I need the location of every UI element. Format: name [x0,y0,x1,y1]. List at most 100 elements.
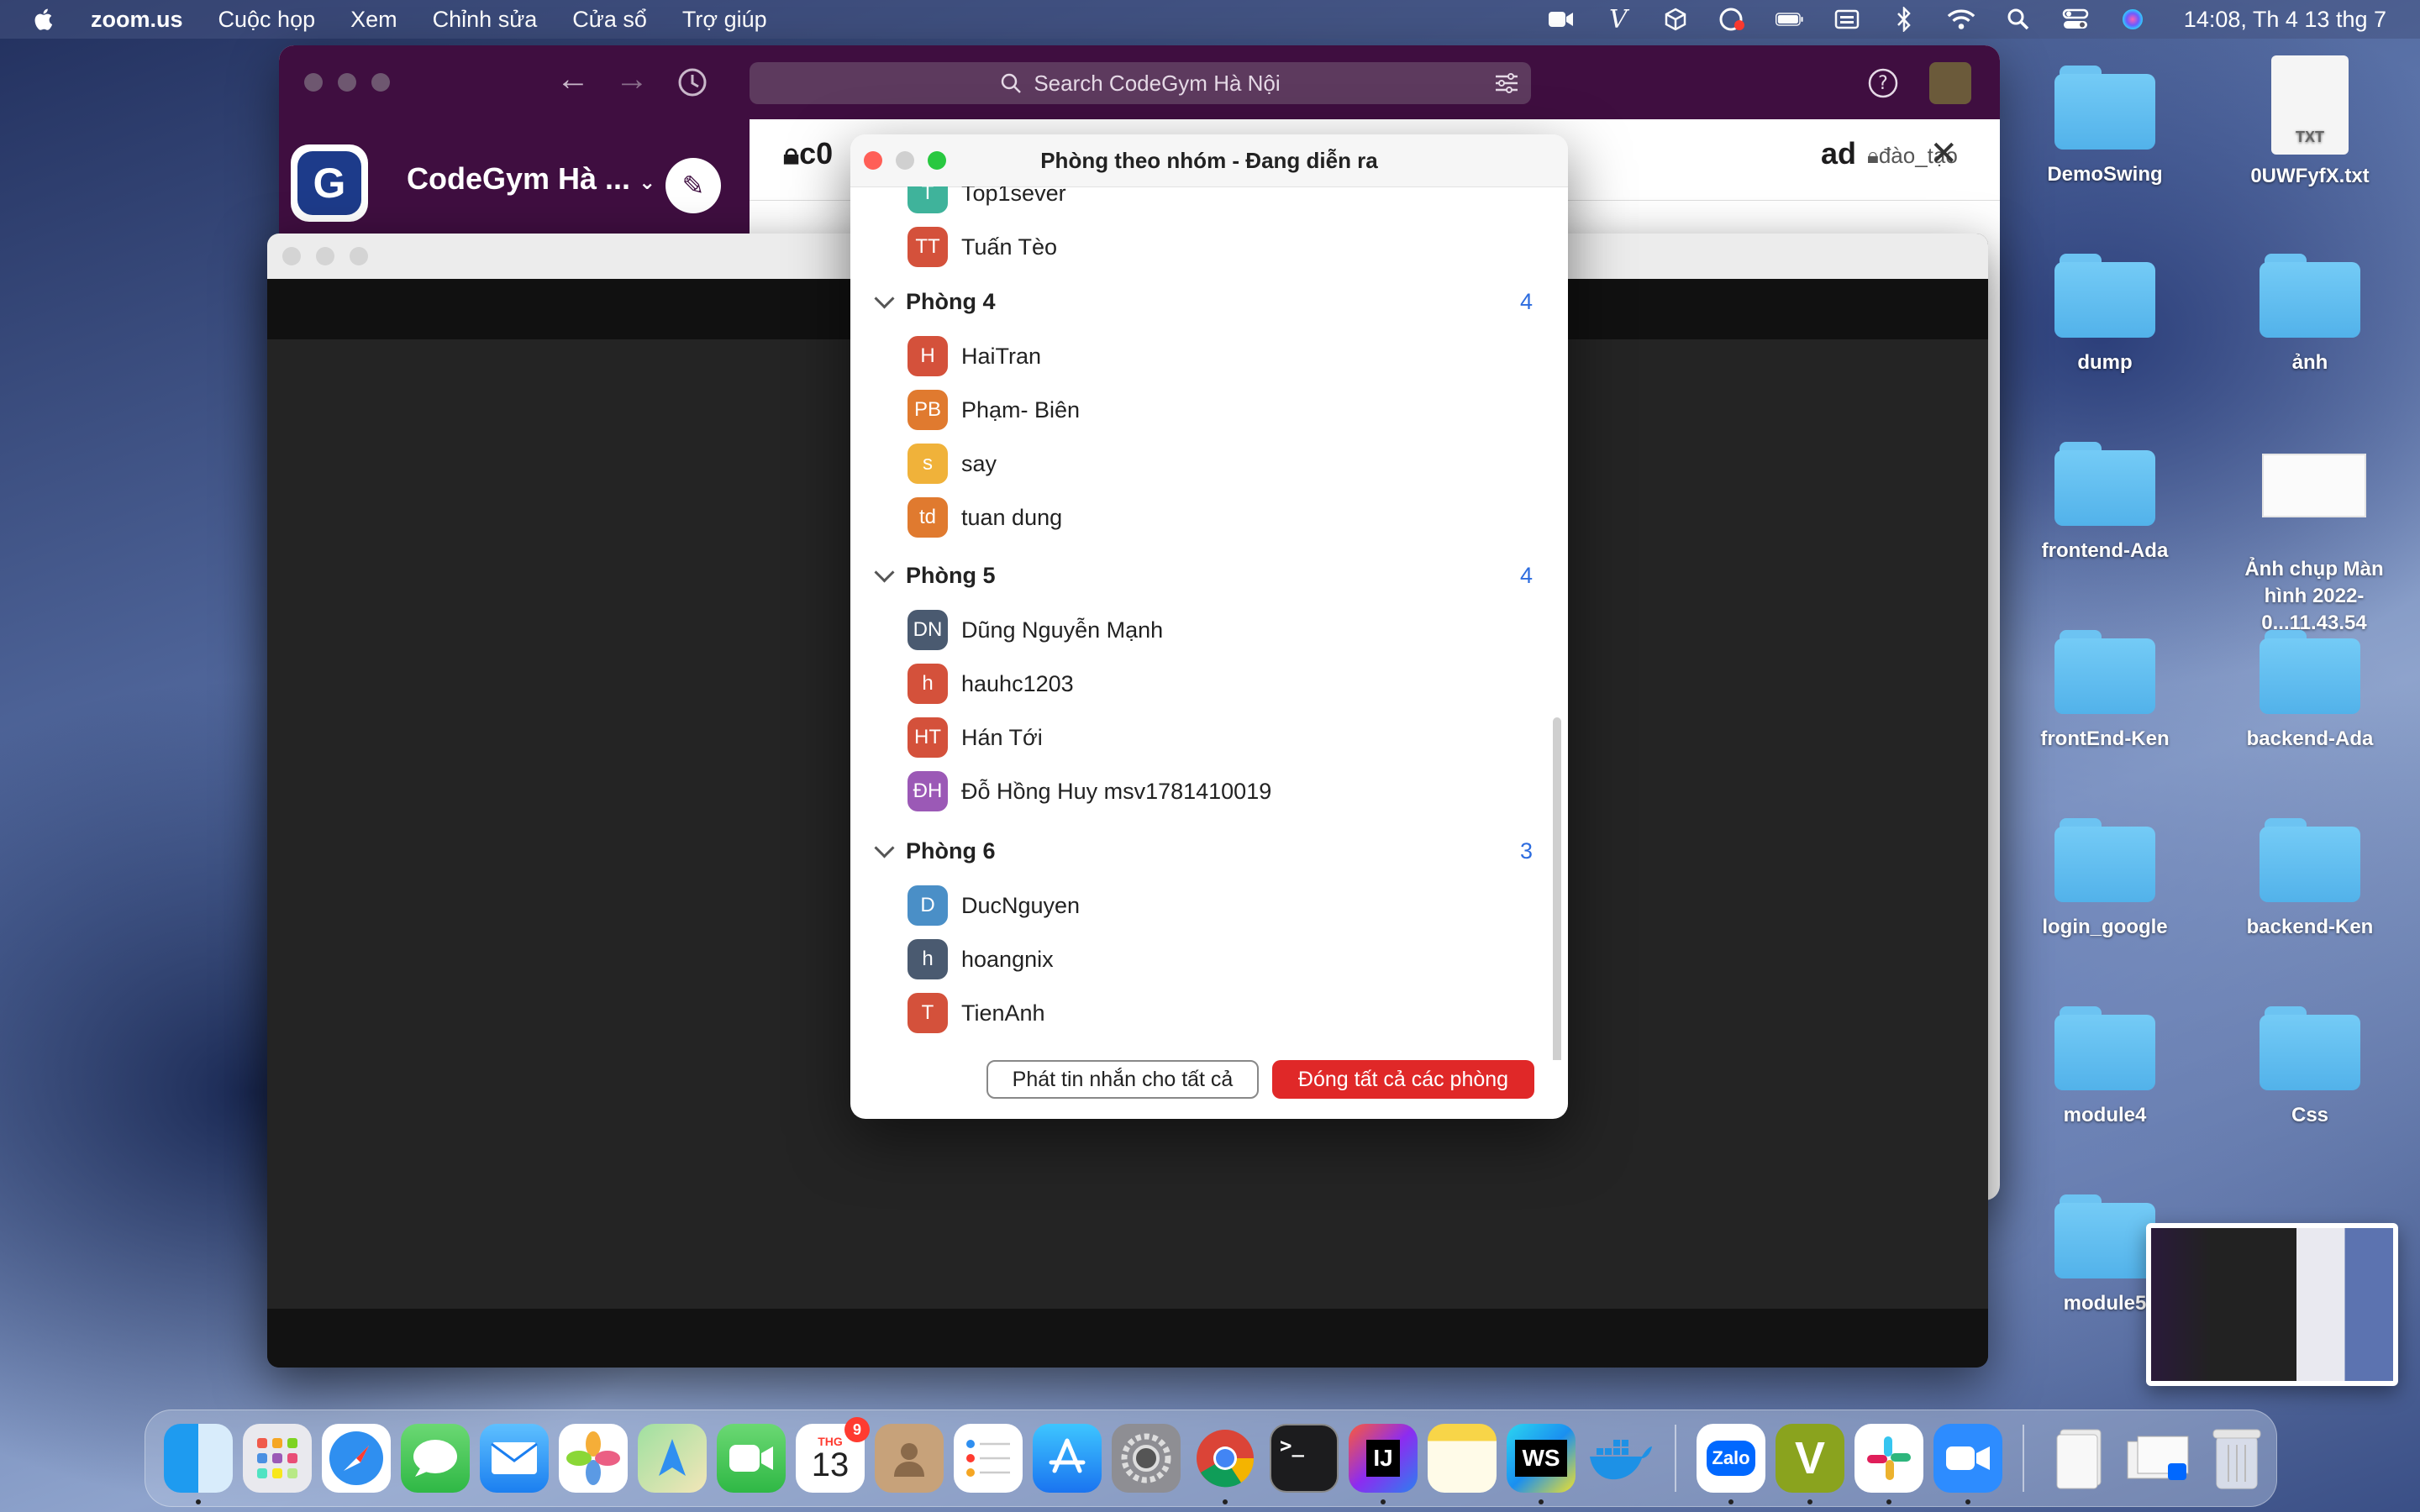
workspace-logo[interactable]: G [291,144,368,222]
participant-row[interactable]: DN Dũng Nguyễn Mạnh [850,603,1568,657]
screenshot-preview-thumbnail[interactable] [2146,1223,2398,1386]
zoom-icon[interactable] [1933,1424,2002,1504]
room-header[interactable]: Phòng 5 4 [850,548,1568,603]
back-arrow-icon[interactable]: ← [556,60,590,98]
safari-icon[interactable] [322,1424,391,1493]
participant-row[interactable]: D DucNguyen [850,879,1568,932]
maximize-dialog-button[interactable] [928,151,946,170]
forward-arrow-icon[interactable]: → [615,60,649,98]
menu-help[interactable]: Trợ giúp [682,7,767,33]
vysor-icon[interactable]: V [1776,1424,1844,1504]
chrome-icon[interactable] [1191,1424,1260,1504]
zalo-icon[interactable]: Zalo [1697,1424,1765,1504]
desktop-icon-frontend-ken[interactable]: frontEnd-Ken [2008,630,2202,753]
participant-row[interactable]: TT Tuấn Tèo [850,220,1568,274]
app-store-icon[interactable] [1033,1424,1102,1493]
broadcast-message-button[interactable]: Phát tin nhắn cho tất cả [986,1060,1259,1099]
history-clock-icon[interactable] [677,67,708,102]
help-icon[interactable]: ? [1867,67,1899,103]
contacts-icon[interactable] [875,1424,944,1493]
minimize-dialog-button[interactable] [896,151,914,170]
slack-search-input[interactable]: Search CodeGym Hà Nội [750,62,1531,104]
launchpad-icon[interactable] [243,1424,312,1493]
desktop-icon-demoswing[interactable]: DemoSwing [2008,66,2202,188]
desktop-icon-module4[interactable]: module4 [2008,1006,2202,1129]
downloads-stack-icon[interactable] [2123,1424,2192,1493]
zoom-window-button[interactable] [350,247,368,265]
participant-row[interactable]: HT Hán Tới [850,711,1568,764]
desktop-icon-backend-ada[interactable]: backend-Ada [2213,630,2407,753]
list-scrollbar[interactable] [1553,717,1561,1060]
trash-icon[interactable] [2202,1424,2271,1493]
vysor-icon[interactable]: V [1604,5,1633,34]
desktop-icon-anh[interactable]: ảnh [2213,254,2407,376]
documents-stack-icon[interactable] [2044,1424,2113,1493]
breakout-room-list[interactable]: T Top1sever TT Tuấn Tèo Phòng 4 4 H HaiT… [850,186,1568,1060]
chevron-down-icon[interactable] [874,562,895,583]
compose-icon[interactable]: ✎ [666,158,721,213]
filter-sliders-icon[interactable] [1494,72,1519,94]
participant-row[interactable]: h hauhc1203 [850,657,1568,711]
system-preferences-icon[interactable] [1112,1424,1181,1493]
maps-icon[interactable] [638,1424,707,1493]
desktop-icon-backend-ken[interactable]: backend-Ken [2213,818,2407,941]
wifi-icon[interactable] [1947,7,1975,32]
participant-row[interactable]: h hoangnix [850,932,1568,986]
menu-clock[interactable]: 14:08, Th 4 13 thg 7 [2184,7,2386,33]
messages-icon[interactable] [401,1424,470,1493]
zoom-window-button[interactable] [371,73,390,92]
screen-record-icon[interactable] [1718,7,1747,32]
minimize-window-button[interactable] [338,73,356,92]
desktop-icon-login-google[interactable]: login_google [2008,818,2202,941]
box-icon[interactable] [1661,7,1690,32]
desktop-icon-dump[interactable]: dump [2008,254,2202,376]
participant-row[interactable]: PB Phạm- Biên [850,383,1568,437]
intellij-icon[interactable]: IJ [1349,1424,1418,1504]
close-window-button[interactable] [304,73,323,92]
finder-icon[interactable] [164,1424,233,1504]
notes-icon[interactable] [1428,1424,1497,1493]
chevron-down-icon[interactable] [874,288,895,309]
participant-row[interactable]: T TienAnh [850,986,1568,1040]
apple-menu-icon[interactable] [32,7,57,32]
channel-title[interactable]: 🔒︎c0 [783,136,833,172]
participant-row[interactable]: td tuan dung [850,491,1568,544]
reminders-icon[interactable] [954,1424,1023,1493]
battery-icon[interactable] [1775,7,1804,32]
menu-window[interactable]: Cửa sổ [572,7,647,33]
siri-icon[interactable] [2118,7,2147,32]
close-thread-icon[interactable]: ✕ [1929,134,1958,173]
room-header[interactable]: Phòng 4 4 [850,274,1568,329]
spotlight-search-icon[interactable] [2004,7,2033,32]
room-header[interactable]: Phòng 6 3 [850,823,1568,879]
facetime-icon[interactable] [717,1424,786,1493]
minimize-window-button[interactable] [316,247,334,265]
user-avatar[interactable] [1929,62,1971,104]
close-window-button[interactable] [282,247,301,265]
zoom-status-icon[interactable] [1547,7,1576,32]
slack-icon[interactable] [1854,1424,1923,1504]
desktop-icon-screenshot[interactable]: Ảnh chụp Màn hình 2022-0...11.43.54 [2213,454,2415,637]
terminal-icon[interactable]: >_ [1270,1424,1339,1493]
control-center-icon[interactable] [2061,7,2090,32]
workspace-name[interactable]: CodeGym Hà ... ⌄ [407,161,655,197]
keyboard-icon[interactable] [1833,7,1861,32]
chevron-down-icon[interactable] [874,837,895,858]
participant-row[interactable]: T Top1sever [850,186,1568,220]
menu-app-name[interactable]: zoom.us [91,7,183,33]
docker-icon[interactable] [1586,1424,1655,1493]
close-dialog-button[interactable] [864,151,882,170]
menu-view[interactable]: Xem [350,7,397,33]
participant-row[interactable]: H HaiTran [850,329,1568,383]
webstorm-icon[interactable]: WS [1507,1424,1576,1504]
mail-icon[interactable] [480,1424,549,1493]
close-all-rooms-button[interactable]: Đóng tất cả các phòng [1272,1060,1534,1099]
desktop-icon-txt-file[interactable]: TXT 0UWFyfX.txt [2213,55,2407,190]
desktop-icon-css[interactable]: Css [2213,1006,2407,1129]
participant-row[interactable]: ĐH Đỗ Hồng Huy msv1781410019 [850,764,1568,818]
menu-meeting[interactable]: Cuộc họp [218,7,316,33]
menu-edit[interactable]: Chỉnh sửa [433,7,538,33]
calendar-icon[interactable]: THG 13 9 [796,1417,870,1493]
desktop-icon-frontend-ada[interactable]: frontend-Ada [2008,442,2202,564]
photos-icon[interactable] [559,1424,628,1493]
